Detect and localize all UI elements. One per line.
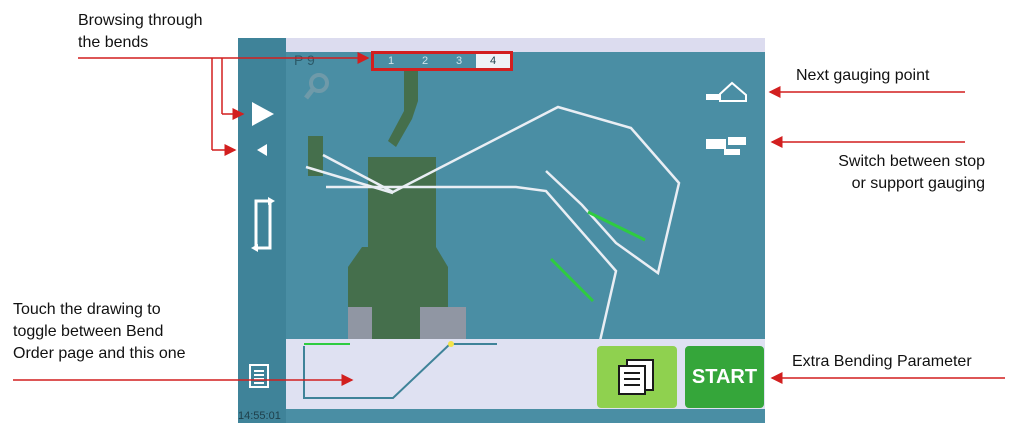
callout-arrows [13,52,1005,386]
